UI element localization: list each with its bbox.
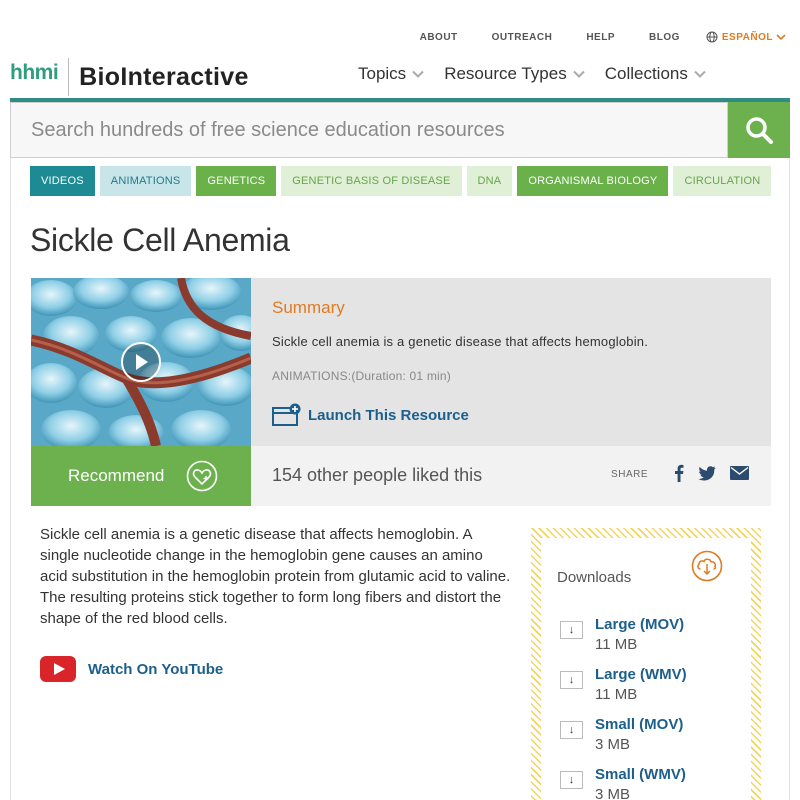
recommend-button[interactable]: Recommend [31, 446, 251, 506]
search-button[interactable] [728, 102, 790, 158]
heart-plus-icon [187, 460, 218, 492]
tag-videos[interactable]: VIDEOS [30, 166, 95, 196]
outreach-link[interactable]: OUTREACH [492, 32, 553, 43]
twitter-icon[interactable] [698, 465, 716, 481]
nav-topics[interactable]: Topics [358, 64, 424, 84]
download-item[interactable]: ↓ Large (WMV) 11 MB [560, 666, 740, 703]
blog-link[interactable]: BLOG [649, 32, 680, 43]
share-label: SHARE [611, 469, 648, 480]
launch-window-icon [272, 403, 301, 426]
play-icon [136, 354, 148, 370]
resource-description: Sickle cell anemia is a genetic disease … [40, 526, 511, 627]
tag-organismal-biology[interactable]: ORGANISMAL BIOLOGY [517, 166, 669, 196]
search-input[interactable] [10, 102, 728, 158]
download-name: Large (WMV) [595, 666, 687, 683]
download-size: 11 MB [595, 686, 638, 703]
utility-nav: ABOUT OUTREACH HELP BLOG ESPAÑOL [386, 30, 790, 44]
tag-genetic-basis-of-disease[interactable]: GENETIC BASIS OF DISEASE [281, 166, 462, 196]
downloads-heading: Downloads [557, 569, 632, 586]
nav-topics-label: Topics [358, 64, 407, 83]
espanol-label: ESPAÑOL [721, 31, 773, 43]
launch-label: Launch This Resource [308, 406, 469, 424]
nav-resource-types[interactable]: Resource Types [444, 64, 585, 84]
email-icon[interactable] [730, 466, 749, 480]
download-name: Small (MOV) [595, 716, 684, 733]
summary-heading: Summary [272, 298, 345, 317]
hhmi-logo: hhmi [10, 58, 70, 96]
download-name: Small (WMV) [595, 766, 686, 783]
download-size: 3 MB [595, 786, 631, 800]
globe-icon [706, 31, 718, 43]
download-size: 3 MB [595, 736, 631, 753]
help-link[interactable]: HELP [586, 32, 615, 43]
watch-on-youtube-link[interactable]: Watch On YouTube [40, 656, 223, 682]
espanol-language-link[interactable]: ESPAÑOL [706, 31, 790, 43]
about-link[interactable]: ABOUT [420, 32, 458, 43]
cloud-download-icon [691, 550, 723, 582]
search-bar [10, 102, 790, 158]
tag-dna[interactable]: DNA [466, 166, 513, 196]
nav-collections[interactable]: Collections [605, 64, 706, 84]
youtube-icon [40, 656, 76, 682]
facebook-icon[interactable] [674, 464, 684, 482]
resource-hero: Summary Sickle cell anemia is a genetic … [31, 278, 771, 446]
downloads-panel: Downloads ↓ Large (MOV) 11 MB ↓ Large (W… [541, 538, 751, 800]
search-icon [746, 117, 773, 144]
resource-meta: ANIMATIONS:(Duration: 01 min) [272, 369, 451, 383]
recommend-label: Recommend [68, 466, 165, 485]
nav-resource-types-label: Resource Types [444, 64, 567, 83]
chevron-down-icon [776, 34, 786, 41]
video-thumbnail[interactable] [31, 278, 251, 446]
summary-panel: Summary Sickle cell anemia is a genetic … [272, 298, 752, 427]
download-arrow-icon: ↓ [560, 671, 583, 689]
download-arrow-icon: ↓ [560, 721, 583, 739]
launch-resource-link[interactable]: Launch This Resource [272, 403, 752, 427]
recommend-row: Recommend 154 other people liked this SH… [31, 446, 771, 506]
main-nav: Topics Resource Types Collections [358, 64, 726, 84]
download-name: Large (MOV) [595, 616, 685, 633]
likes-count: 154 other people liked this [272, 465, 483, 485]
chevron-down-icon [573, 70, 585, 78]
download-item[interactable]: ↓ Large (MOV) 11 MB [560, 616, 740, 653]
downloads-box: Downloads ↓ Large (MOV) 11 MB ↓ Large (W… [531, 528, 761, 800]
page-container: VIDEOS ANIMATIONS GENETICS GENETIC BASIS… [10, 102, 790, 800]
tag-genetics[interactable]: GENETICS [196, 166, 277, 196]
chevron-down-icon [412, 70, 424, 78]
nav-collections-label: Collections [604, 64, 688, 83]
brand-logo[interactable]: hhmi BioInteractive [10, 58, 249, 96]
page-title: Sickle Cell Anemia [30, 222, 290, 258]
share-bar: SHARE [611, 464, 749, 482]
youtube-label: Watch On YouTube [88, 660, 224, 678]
summary-text: Sickle cell anemia is a genetic disease … [272, 334, 649, 349]
download-arrow-icon: ↓ [560, 621, 583, 639]
tag-list: VIDEOS ANIMATIONS GENETICS GENETIC BASIS… [30, 166, 776, 196]
chevron-down-icon [694, 70, 706, 78]
tag-animations[interactable]: ANIMATIONS [99, 166, 192, 196]
play-button[interactable] [121, 342, 161, 382]
biointeractive-logo: BioInteractive [79, 62, 249, 91]
download-size: 11 MB [595, 636, 638, 653]
download-item[interactable]: ↓ Small (MOV) 3 MB [560, 716, 740, 753]
download-item[interactable]: ↓ Small (WMV) 3 MB [560, 766, 740, 800]
tag-circulation[interactable]: CIRCULATION [673, 166, 772, 196]
download-arrow-icon: ↓ [560, 771, 583, 789]
resource-card: VIDEOS ANIMATIONS GENETICS GENETIC BASIS… [10, 158, 790, 800]
